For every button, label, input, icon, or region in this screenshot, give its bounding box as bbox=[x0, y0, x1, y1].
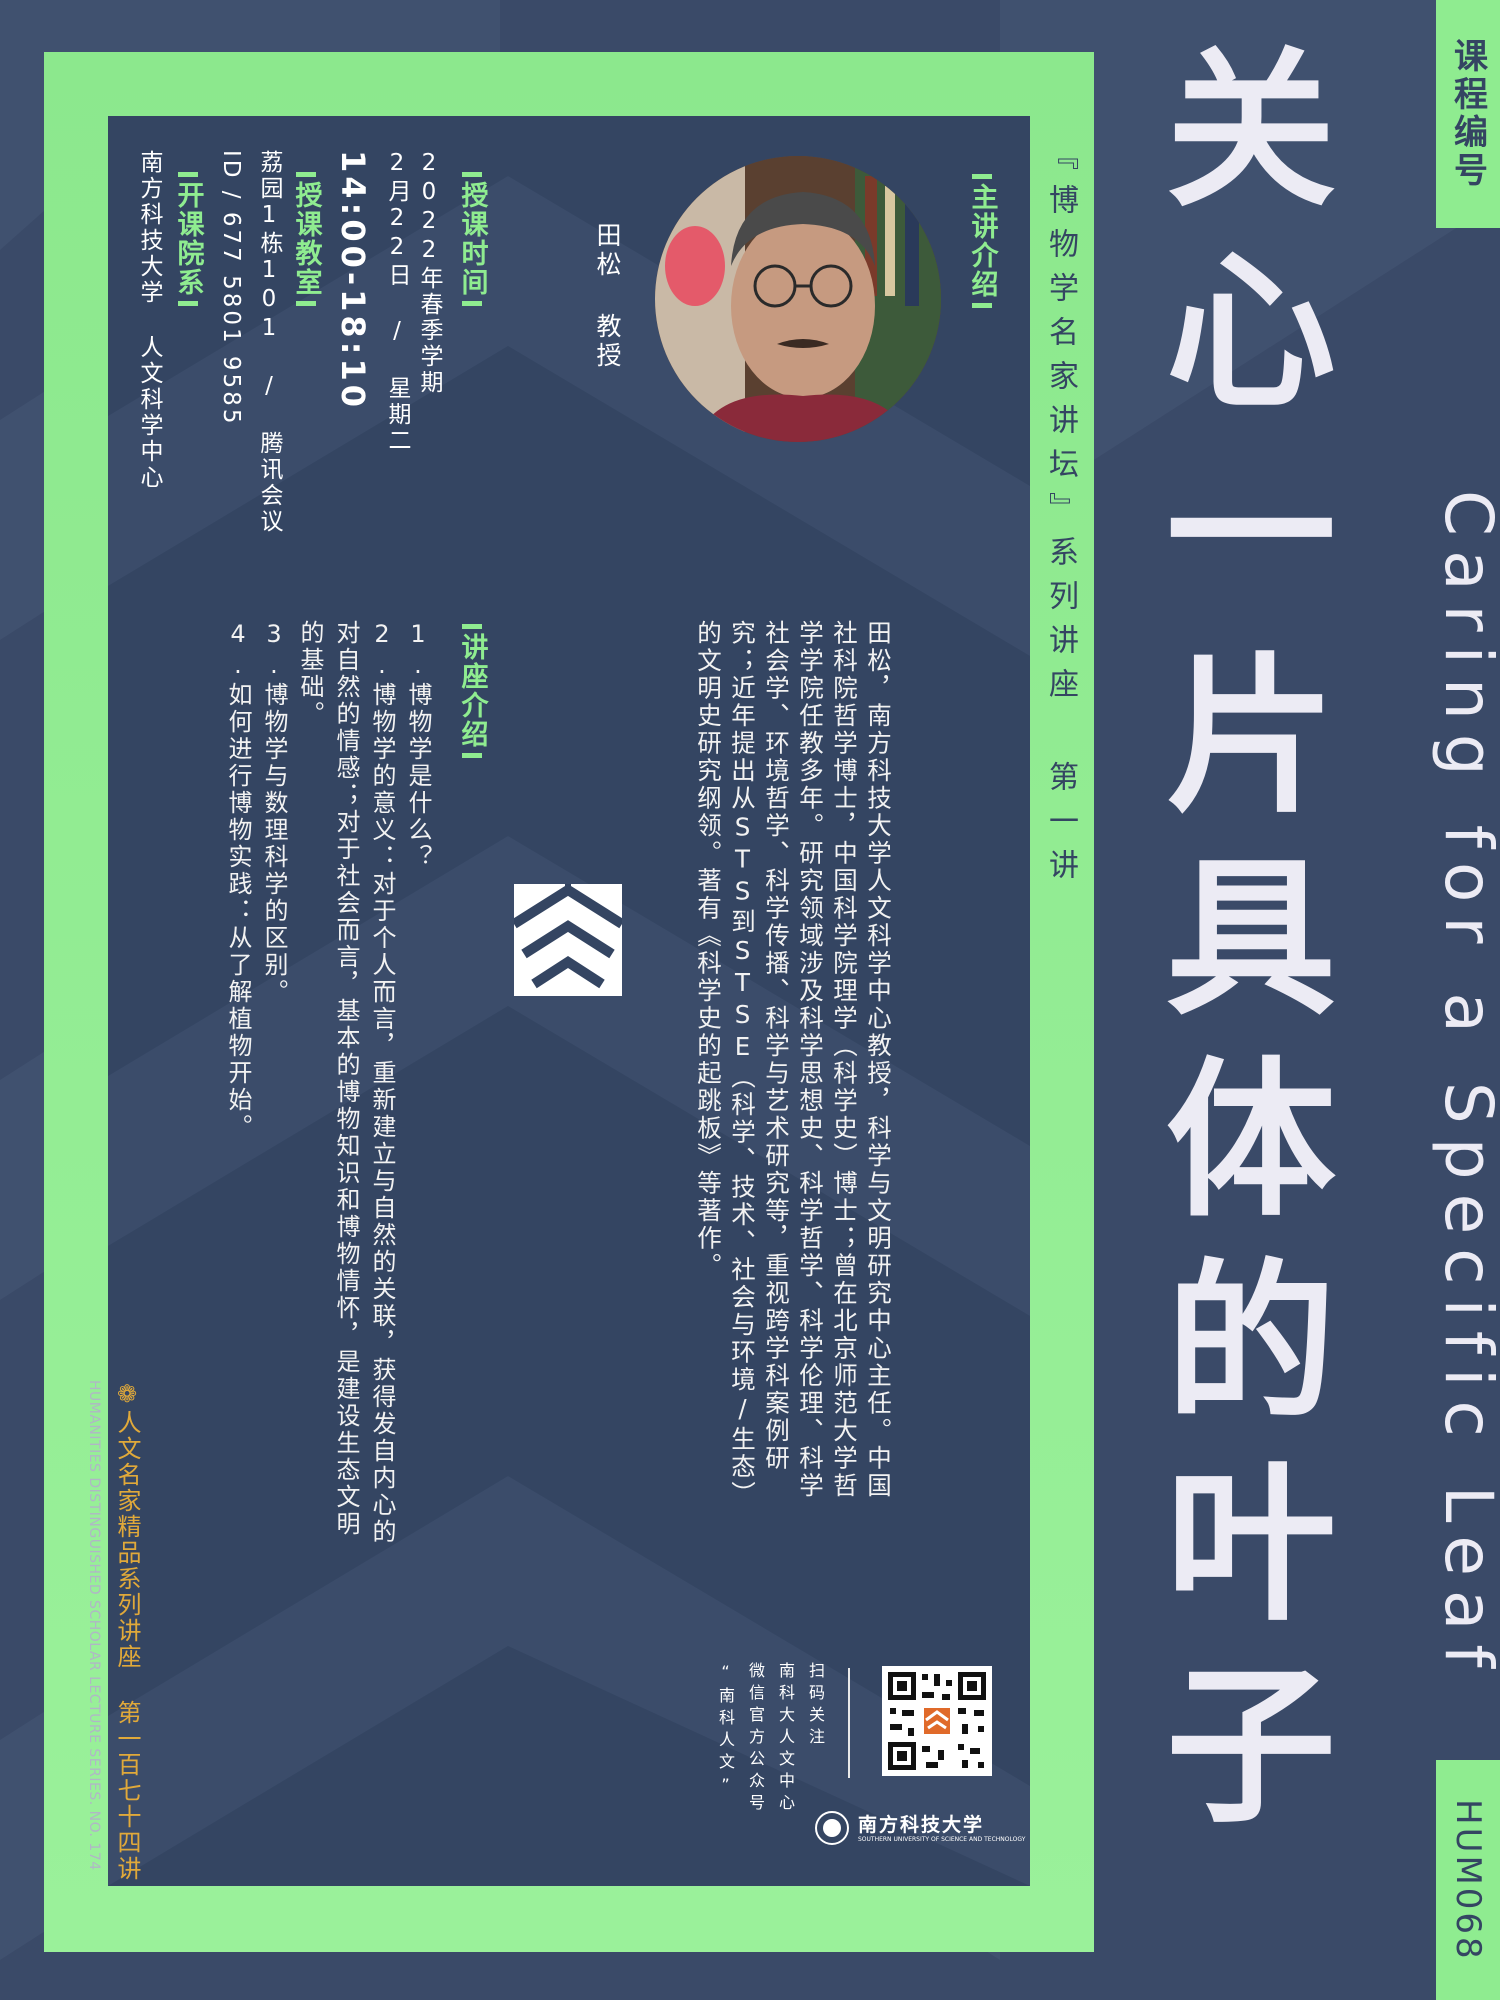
meeting-id-text: ID / 677 5801 9585 bbox=[218, 150, 244, 427]
term-text: 2022年春季学期 bbox=[416, 150, 442, 396]
qr-caption: 扫码关注 南科大人文中心 微信官方公众号 “南科人文” bbox=[710, 1662, 830, 1842]
series-title: 『博物学名家讲坛』系列讲座 第一讲 bbox=[1043, 140, 1078, 893]
qr-caption-line: 微信官方公众号 bbox=[746, 1662, 765, 1816]
university-name-en: SOUTHERN UNIVERSITY OF SCIENCE AND TECHN… bbox=[858, 1836, 1026, 1843]
time-heading: 授课时间 bbox=[452, 168, 492, 310]
speaker-portrait bbox=[655, 156, 941, 442]
department-text: 南方科技大学 人文科学中心 bbox=[136, 150, 162, 491]
qr-code-icon bbox=[888, 1672, 986, 1770]
speaker-name: 田松 教授 bbox=[593, 222, 622, 371]
lecture-outline: 1.博物学是什么？ 2.博物学的意义：对于个人而言，重新建立与自然的关联，获得发… bbox=[220, 620, 436, 1560]
lecture-item: 4.如何进行博物实践：从了解植物开始。 bbox=[224, 620, 252, 1141]
university-logo: 南方科技大学 SOUTHERN UNIVERSITY OF SCIENCE AN… bbox=[814, 1808, 1025, 1848]
lecture-item: 2.博物学的意义：对于个人而言，重新建立与自然的关联，获得发自内心的对自然的情感… bbox=[296, 620, 396, 1546]
lecture-item: 3.博物学与数理科学的区别。 bbox=[260, 620, 288, 1006]
center-logo-icon bbox=[514, 884, 622, 996]
main-title: 关心一片具体的叶子 bbox=[1136, 40, 1334, 1858]
university-name: 南方科技大学 bbox=[858, 1814, 985, 1836]
qr-code[interactable] bbox=[882, 1666, 992, 1776]
room-text: 荔园1栋101 / 腾讯会议 bbox=[256, 150, 282, 535]
lecture-heading: 讲座介绍 bbox=[452, 620, 492, 762]
course-number-tab: 课程编号 bbox=[1436, 0, 1500, 228]
qr-caption-line: 南科大人文中心 bbox=[776, 1662, 795, 1816]
qr-caption-line: “南科人文” bbox=[716, 1662, 735, 1800]
series-footer: ❁人文名家精品系列讲座 第一百七十四讲 bbox=[113, 1380, 141, 1882]
room-heading: 授课教室 bbox=[286, 168, 326, 310]
speaker-heading: 主讲介绍 bbox=[962, 170, 1002, 312]
qr-divider bbox=[848, 1668, 850, 1778]
time-text: 14:00-18:10 bbox=[334, 150, 372, 411]
speaker-bio: 田松，南方科技大学人文科学中心教授，科学与文明研究中心主任。中国社科院哲学博士，… bbox=[694, 620, 893, 1509]
series-footer-en: HUMANITIES DISTINGUISHED SCHOLAR LECTURE… bbox=[86, 1380, 102, 1871]
flower-icon: ❁ bbox=[113, 1380, 141, 1410]
date-text: 2月22日 / 星期二 bbox=[384, 150, 410, 454]
lecture-item: 1.博物学是什么？ bbox=[404, 620, 432, 871]
course-code-tab: HUM068 bbox=[1436, 1760, 1500, 2000]
english-title: Caring for a Specific Leaf bbox=[1430, 490, 1500, 1682]
department-heading: 开课院系 bbox=[168, 168, 208, 310]
